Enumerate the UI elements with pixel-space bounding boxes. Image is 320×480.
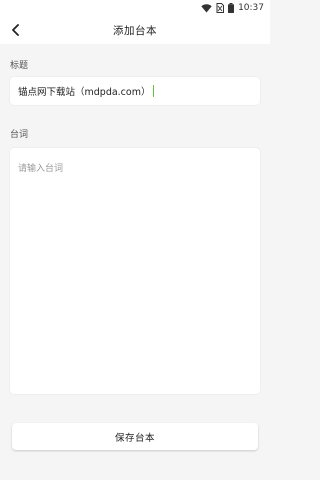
screen: 10:37 添加台本 标题 锚点网下载站（mdpda.com） 台词 请输入台词… xyxy=(0,0,270,480)
back-button[interactable] xyxy=(6,20,26,40)
status-time: 10:37 xyxy=(238,3,264,13)
title-input[interactable]: 锚点网下载站（mdpda.com） xyxy=(10,77,260,105)
battery-icon xyxy=(228,3,235,13)
chevron-left-icon xyxy=(12,24,19,36)
title-label: 标题 xyxy=(10,61,29,71)
lines-label: 台词 xyxy=(10,130,29,140)
lines-placeholder: 请输入台词 xyxy=(18,164,64,174)
app-bar: 添加台本 xyxy=(0,16,270,44)
title-input-value: 锚点网下载站（mdpda.com） xyxy=(18,87,151,98)
save-button[interactable]: 保存台本 xyxy=(12,423,258,450)
lines-textarea[interactable]: 请输入台词 xyxy=(10,148,260,394)
no-sim-icon xyxy=(216,3,225,13)
wifi-icon xyxy=(201,3,212,13)
page-title: 添加台本 xyxy=(113,24,157,37)
status-bar: 10:37 xyxy=(0,0,270,16)
text-caret xyxy=(153,85,155,97)
